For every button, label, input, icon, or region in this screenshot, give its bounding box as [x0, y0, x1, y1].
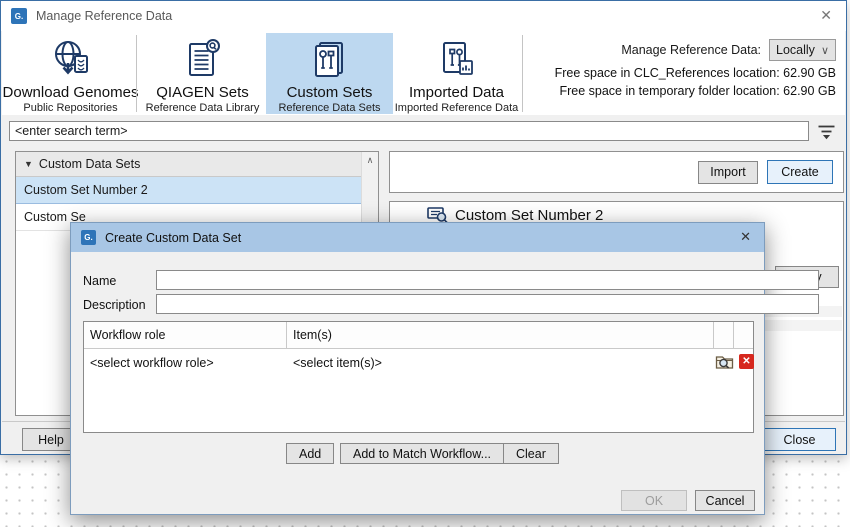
location-value: Locally [776, 43, 815, 57]
tab-download-genomes[interactable]: Download Genomes Public Repositories [7, 33, 134, 114]
import-button[interactable]: Import [698, 161, 758, 184]
document-import-icon [434, 36, 480, 83]
chevron-down-icon: ∨ [821, 44, 829, 57]
manage-location-label: Manage Reference Data: [621, 43, 761, 57]
collapse-triangle-icon: ▼ [24, 159, 33, 169]
desktop-background: G. Manage Reference Data ✕ Do [0, 0, 850, 527]
name-field[interactable] [156, 270, 819, 290]
ok-button[interactable]: OK [621, 490, 687, 511]
tab-sublabel: Reference Data Sets [278, 102, 380, 114]
location-select[interactable]: Locally ∨ [769, 39, 836, 61]
main-titlebar: G. Manage Reference Data ✕ [1, 1, 846, 31]
items-cell[interactable]: <select item(s)> [287, 356, 587, 370]
toolbar-divider [522, 35, 523, 112]
column-header-items[interactable]: Item(s) [287, 322, 714, 348]
detail-heading: Custom Set Number 2 [455, 207, 603, 224]
group-header-custom-data-sets[interactable]: ▼ Custom Data Sets [16, 152, 378, 177]
add-to-match-workflow-button[interactable]: Add to Match Workflow... [340, 443, 504, 464]
filter-icon[interactable] [817, 123, 836, 140]
create-custom-data-set-dialog: G. Create Custom Data Set ✕ Name Descrip… [70, 222, 765, 515]
tab-sublabel: Imported Reference Data [395, 102, 519, 114]
tab-label: Custom Sets [287, 84, 373, 101]
tab-label: Download Genomes [3, 84, 139, 101]
toolbar-divider [136, 35, 137, 112]
modal-close-icon[interactable]: ✕ [740, 230, 751, 243]
tab-label: Imported Data [409, 84, 504, 101]
name-label: Name [83, 274, 116, 288]
workflow-role-cell[interactable]: <select workflow role> [84, 356, 287, 370]
description-label: Description [83, 298, 146, 312]
description-field[interactable] [156, 294, 819, 314]
storage-info-block: Manage Reference Data: Locally ∨ Free sp… [555, 39, 836, 98]
column-header-browse[interactable] [714, 322, 734, 348]
modal-title: Create Custom Data Set [105, 231, 241, 245]
reference-data-toolbar: Download Genomes Public Repositories QIA… [2, 31, 845, 115]
search-row [1, 121, 846, 145]
cancel-button[interactable]: Cancel [695, 490, 755, 511]
workflow-role-table: Workflow role Item(s) <select workflow r… [83, 321, 754, 433]
list-item[interactable]: Custom Set Number 2 [16, 177, 378, 204]
tab-sublabel: Reference Data Library [146, 102, 260, 114]
tab-sublabel: Public Repositories [23, 102, 117, 114]
clc-app-icon: G. [11, 8, 27, 24]
right-action-bar: Import Create [389, 151, 844, 193]
tab-imported-data[interactable]: Imported Data Imported Reference Data [393, 33, 520, 114]
clear-button[interactable]: Clear [503, 443, 559, 464]
modal-titlebar: G. Create Custom Data Set ✕ [71, 223, 764, 252]
add-button[interactable]: Add [286, 443, 334, 464]
browse-items-icon[interactable] [715, 353, 735, 370]
main-close-icon[interactable]: ✕ [820, 8, 832, 22]
document-tools-icon [307, 36, 353, 83]
free-space-clc: Free space in CLC_References location: 6… [555, 66, 836, 80]
free-space-temp: Free space in temporary folder location:… [555, 84, 836, 98]
clc-app-icon: G. [81, 230, 96, 245]
globe-download-icon [48, 36, 94, 83]
table-row[interactable]: <select workflow role> <select item(s)> … [84, 349, 753, 376]
tab-label: QIAGEN Sets [156, 84, 249, 101]
scroll-up-icon[interactable]: ∧ [362, 152, 378, 168]
list-item-label: Custom Set Number 2 [24, 183, 148, 197]
create-button[interactable]: Create [767, 160, 833, 184]
close-button[interactable]: Close [763, 428, 836, 451]
document-library-icon [180, 36, 226, 83]
search-input[interactable] [9, 121, 809, 141]
column-header-delete[interactable] [734, 322, 753, 348]
group-header-label: Custom Data Sets [39, 157, 140, 171]
tab-custom-sets[interactable]: Custom Sets Reference Data Sets [266, 33, 393, 114]
window-title: Manage Reference Data [36, 9, 172, 23]
table-header-row: Workflow role Item(s) [84, 322, 753, 349]
column-header-workflow-role[interactable]: Workflow role [84, 322, 287, 348]
tab-qiagen-sets[interactable]: QIAGEN Sets Reference Data Library [139, 33, 266, 114]
delete-row-icon[interactable]: ✕ [739, 354, 754, 369]
